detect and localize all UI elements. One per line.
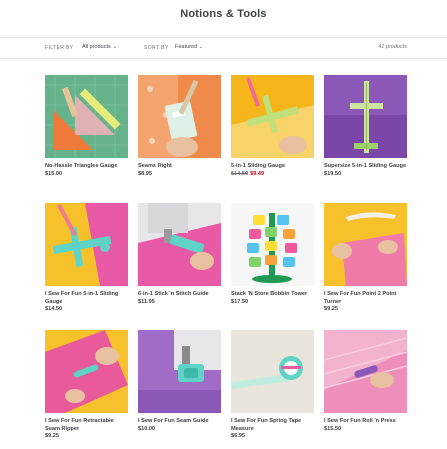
product-image[interactable] — [231, 203, 314, 286]
product-card[interactable]: Supersize 5-in-1 Sliding Gauge $19.50 — [324, 75, 407, 178]
product-image[interactable] — [324, 203, 407, 286]
product-card[interactable]: I Sew For Fun Point 2 Point Turner $9.25 — [324, 203, 407, 313]
product-title[interactable]: Seams Right — [138, 163, 221, 171]
sale-price: $9.49 — [250, 170, 265, 177]
product-image[interactable] — [45, 203, 128, 286]
product-card[interactable]: I Sew For Fun Retractable Seam Ripper $9… — [45, 330, 128, 440]
product-title[interactable]: I Sew For Fun Retractable Seam Ripper — [45, 418, 128, 433]
product-image[interactable] — [138, 203, 221, 286]
product-title[interactable]: No-Hassle Triangles Gauge — [45, 163, 128, 171]
original-price: $14.50 — [231, 170, 249, 177]
product-price: $9.25 — [324, 306, 338, 312]
product-image[interactable] — [138, 75, 221, 158]
product-price: $14.50 — [45, 306, 63, 312]
product-card[interactable]: I Sew For Fun Seam Guide $10.00 — [138, 330, 221, 433]
product-image[interactable] — [45, 75, 128, 158]
product-title[interactable]: I Sew For Fun Point 2 Point Turner — [324, 291, 407, 306]
product-image[interactable] — [138, 330, 221, 413]
product-title[interactable]: Stack 'N Store Bobbin Tower — [231, 291, 314, 299]
product-title[interactable]: I Sew For Fun Spring Tape Measure — [231, 418, 314, 433]
product-image[interactable] — [231, 330, 314, 413]
product-image[interactable] — [231, 75, 314, 158]
product-image[interactable] — [324, 75, 407, 158]
product-card[interactable]: I Sew For Fun 5-in-1 Sliding Gauge $14.5… — [45, 203, 128, 313]
product-title[interactable]: Supersize 5-in-1 Sliding Gauge — [324, 163, 407, 171]
product-title[interactable]: 6-in-1 Stick 'n Stitch Guide — [138, 291, 221, 299]
product-price: $14.50 $9.49 — [231, 171, 314, 178]
product-price: $6.95 — [231, 433, 245, 439]
product-price: $9.25 — [45, 433, 59, 439]
product-price: $11.95 — [138, 298, 155, 305]
product-title[interactable]: I Sew For Fun Roll 'n Press — [324, 418, 407, 426]
product-grid: No-Hassle Triangles Gauge $15.00 Seams R… — [0, 0, 447, 449]
product-card[interactable]: 5-in-1 Sliding Gauge $14.50 $9.49 — [231, 75, 314, 178]
product-title[interactable]: 5-in-1 Sliding Gauge — [231, 163, 314, 171]
product-price: $10.00 — [138, 425, 156, 432]
product-card[interactable]: No-Hassle Triangles Gauge $15.00 — [45, 75, 128, 178]
product-card[interactable]: I Sew For Fun Roll 'n Press $15.50 — [324, 330, 407, 433]
product-price: $17.50 — [231, 298, 249, 305]
product-image[interactable] — [45, 330, 128, 413]
product-card[interactable]: 6-in-1 Stick 'n Stitch Guide $11.95 — [138, 203, 221, 306]
product-price: $15.00 — [45, 170, 63, 177]
product-price: $8.95 — [138, 170, 152, 177]
product-card[interactable]: Seams Right $8.95 — [138, 75, 221, 178]
product-title[interactable]: I Sew For Fun 5-in-1 Sliding Gauge — [45, 291, 128, 306]
product-image[interactable] — [324, 330, 407, 413]
product-price: $15.50 — [324, 425, 342, 432]
product-price: $19.50 — [324, 170, 342, 177]
product-card[interactable]: I Sew For Fun Spring Tape Measure $6.95 — [231, 330, 314, 440]
product-title[interactable]: I Sew For Fun Seam Guide — [138, 418, 221, 426]
product-card[interactable]: Stack 'N Store Bobbin Tower $17.50 — [231, 203, 314, 306]
